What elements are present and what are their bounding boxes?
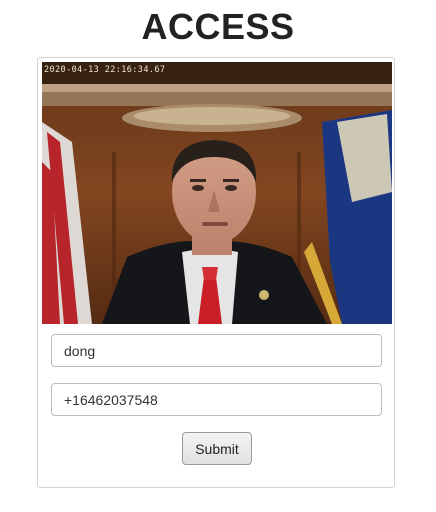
video-feed: 2020-04-13 22:16:34.67 [42, 62, 392, 324]
video-frame-image [42, 62, 392, 324]
video-timestamp: 2020-04-13 22:16:34.67 [44, 65, 166, 75]
phone-input[interactable] [51, 383, 382, 416]
submit-button[interactable]: Submit [182, 432, 252, 465]
page-title: ACCESS [141, 6, 295, 47]
name-input[interactable] [51, 334, 382, 367]
